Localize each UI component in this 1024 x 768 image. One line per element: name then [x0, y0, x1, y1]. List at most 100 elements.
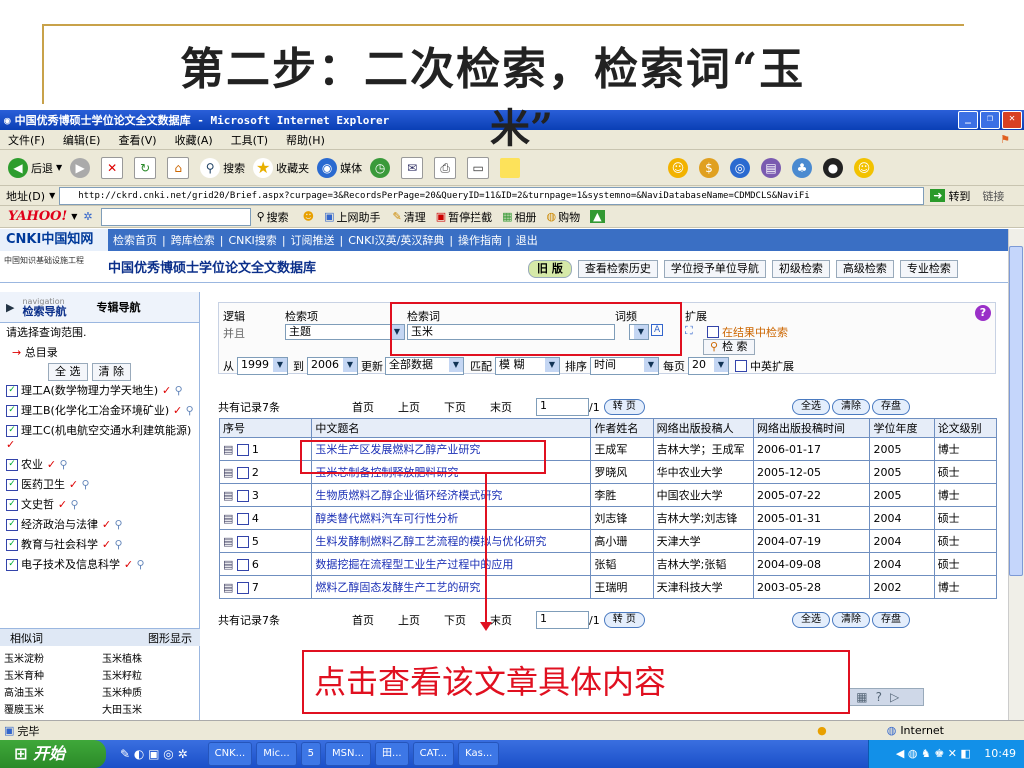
magnifier-icon[interactable]: ⚲ — [67, 498, 79, 511]
category-item[interactable]: ✓ 理工C(机电航空交通水利建筑能源) ✓ — [0, 421, 199, 455]
favorites-star-icon[interactable]: ★ — [253, 157, 274, 178]
document-icon[interactable]: ▤ — [223, 558, 233, 571]
yahoo-logo[interactable]: YAHOO! — [8, 209, 67, 224]
category-checkbox[interactable]: ✓ — [6, 499, 18, 511]
history-icon[interactable]: ◷ — [370, 157, 391, 178]
category-checkbox[interactable]: ✓ — [6, 425, 18, 437]
category-item[interactable]: ✓ 理工B(化学化工冶金环境矿业) ✓ ⚲ — [0, 401, 199, 421]
similar-word-link[interactable]: 高油玉米 — [4, 684, 102, 699]
document-icon[interactable]: ▤ — [223, 512, 233, 525]
field-select[interactable]: 主题 ▼ — [285, 324, 405, 340]
category-item[interactable]: ✓ 经济政治与法律 ✓ ⚲ — [0, 515, 199, 535]
clean-button[interactable]: 清理 — [404, 209, 426, 225]
col-header[interactable]: 论文级别 — [933, 418, 998, 438]
col-header[interactable]: 作者姓名 — [590, 418, 654, 438]
links-label[interactable]: 链接 — [982, 188, 1004, 204]
money-bag-icon[interactable]: $ — [699, 157, 719, 178]
chevron-down-icon[interactable]: ▼ — [644, 358, 658, 372]
in-results-checkbox[interactable] — [707, 326, 719, 338]
similar-word-link[interactable]: 玉米育种 — [4, 667, 102, 682]
category-label[interactable]: 教育与社会科学 — [21, 538, 98, 551]
in-results-label[interactable]: 在结果中检索 — [722, 324, 788, 340]
row-checkbox[interactable] — [236, 512, 249, 525]
row-checkbox[interactable] — [236, 466, 249, 479]
notes-icon[interactable] — [500, 157, 521, 178]
row-checkbox[interactable] — [236, 443, 249, 456]
stop-icon[interactable]: ✕ — [101, 156, 124, 179]
yahoo-settings-icon[interactable]: ✲ — [83, 210, 92, 223]
category-checkbox[interactable]: ✓ — [6, 385, 18, 397]
similar-word-link[interactable]: 大田玉米 — [102, 701, 194, 716]
taskbar-button[interactable]: Mic... — [256, 742, 297, 766]
menu-favorites[interactable]: 收藏(A) — [175, 132, 213, 148]
document-icon[interactable]: ▤ — [223, 466, 233, 479]
favorites-button[interactable]: 收藏夹 — [276, 160, 309, 176]
save-button[interactable]: 存盘 — [872, 399, 910, 415]
nav-cross-db[interactable]: 跨库检索 — [171, 232, 215, 248]
back-button[interactable]: 后退 — [31, 160, 53, 176]
similar-word-link[interactable]: 玉米淀粉 — [4, 650, 102, 665]
yahoo-search-button[interactable]: 搜索 — [267, 209, 289, 225]
nav-search-home[interactable]: 检索首页 — [113, 232, 157, 248]
print-icon[interactable]: ⎙ — [434, 156, 457, 179]
tab-special-nav[interactable]: 专辑导航 — [96, 299, 140, 315]
media-button[interactable]: 媒体 — [340, 160, 362, 176]
yahoo-extra-icon[interactable]: ▲ — [590, 210, 605, 223]
left-select-all-button[interactable]: 全 选 — [48, 363, 88, 381]
next-page-link[interactable]: 下页 — [444, 399, 490, 415]
yahoo-dropdown-icon[interactable]: ▼ — [71, 212, 77, 221]
sort-select[interactable]: 时间 ▼ — [590, 357, 659, 375]
menu-tools[interactable]: 工具(T) — [231, 132, 268, 148]
dropdown-icon[interactable]: ▼ — [56, 163, 62, 172]
chevron-down-icon[interactable]: ▼ — [343, 358, 357, 372]
title-link[interactable]: 燃料乙醇固态发酵生产工艺的研究 — [311, 575, 592, 599]
magnifier-icon[interactable]: ⚲ — [111, 538, 123, 551]
title-link[interactable]: 生料发酵制燃料乙醇工艺流程的模拟与优化研究 — [311, 529, 592, 553]
row-checkbox[interactable] — [236, 489, 249, 502]
col-header[interactable]: 学位年度 — [869, 418, 935, 438]
left-clear-button[interactable]: 清 除 — [91, 363, 131, 381]
category-checkbox[interactable]: ✓ — [6, 479, 18, 491]
minimize-button[interactable]: _ — [958, 111, 978, 129]
first-page-link-bottom[interactable]: 首页 — [352, 612, 398, 628]
category-label[interactable]: 理工B(化学化工冶金环境矿业) — [21, 404, 169, 417]
match-select[interactable]: 模 糊 ▼ — [495, 357, 560, 375]
year-to-select[interactable]: 2006 ▼ — [307, 357, 358, 375]
last-page-link[interactable]: 末页 — [490, 399, 536, 415]
similar-word-link[interactable]: 覆膜玉米 — [4, 701, 102, 716]
clear-button[interactable]: 清除 — [832, 399, 870, 415]
next-slide-icon[interactable]: ▷ — [890, 690, 899, 704]
title-link[interactable]: 数据挖掘在流程型工业生产过程中的应用 — [311, 552, 592, 576]
taskbar-button[interactable]: 田... — [375, 742, 409, 766]
document-icon[interactable]: ▤ — [223, 535, 233, 548]
select-all-button-bottom[interactable]: 全选 — [792, 612, 830, 628]
smiley-icon[interactable]: ☺ — [854, 157, 874, 178]
taskbar-button[interactable]: CAT... — [412, 742, 455, 766]
help-icon[interactable]: ? — [975, 305, 991, 321]
quicklaunch-icons[interactable]: ✎ ◐ ▣ ◎ ✲ — [120, 747, 188, 761]
start-button[interactable]: ⊞ 开始 — [0, 740, 106, 768]
cn-en-label[interactable]: 中英扩展 — [750, 358, 794, 374]
category-item[interactable]: ✓ 电子技术及信息科学 ✓ ⚲ — [0, 555, 199, 575]
yahoo-search-icon[interactable]: ⚲ — [257, 210, 265, 223]
album-icon[interactable]: ▦ — [502, 210, 512, 223]
goto-page-button[interactable]: 转 页 — [603, 399, 645, 415]
go-button[interactable]: 转到 — [948, 188, 970, 204]
graph-display-label[interactable]: 图形显示 — [148, 630, 192, 646]
search-icon[interactable]: ⚲ — [200, 157, 221, 178]
nav-cnki-search[interactable]: CNKI搜索 — [228, 232, 276, 248]
col-header[interactable]: 网络出版投稿人 — [652, 418, 755, 438]
block-button[interactable]: 暂停拦截 — [448, 209, 492, 225]
close-button[interactable]: ✕ — [1002, 111, 1022, 129]
col-header[interactable]: 中文题名 — [311, 418, 592, 438]
magnifier-icon[interactable]: ⚲ — [133, 558, 145, 571]
nav-subscribe[interactable]: 订阅推送 — [291, 232, 335, 248]
document-icon[interactable]: ▤ — [223, 443, 233, 456]
search-button[interactable]: 搜索 — [223, 160, 245, 176]
media-icon[interactable]: ◉ — [317, 157, 338, 178]
internet-helper-button[interactable]: 上网助手 — [337, 209, 381, 225]
block-icon[interactable]: ▣ — [436, 210, 446, 223]
magnifier-icon[interactable]: ⚲ — [111, 518, 123, 531]
per-page-select[interactable]: 20 ▼ — [688, 357, 729, 375]
category-checkbox[interactable]: ✓ — [6, 405, 18, 417]
